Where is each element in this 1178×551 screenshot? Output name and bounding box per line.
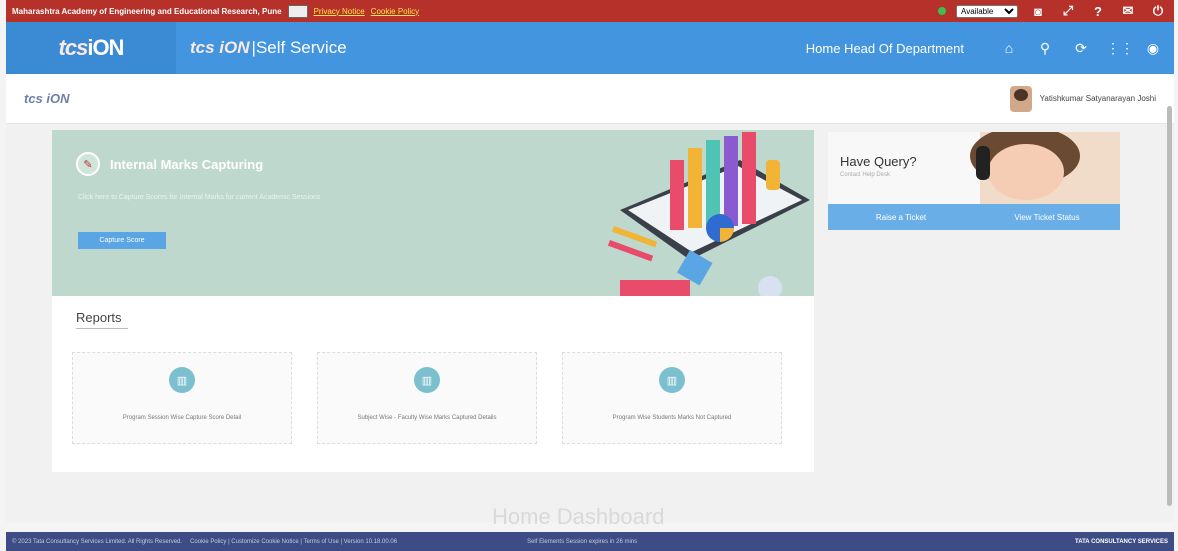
profile-switch-icon[interactable] [287, 4, 308, 18]
marks-icon: ✎ [76, 152, 100, 176]
privacy-notice-link[interactable]: Privacy Notice [314, 7, 365, 16]
page: Maharashtra Academy of Engineering and E… [0, 0, 1178, 551]
top-strip-right: Available ◙ ⤢ ? ✉ ⏻ [938, 3, 1168, 19]
user-circle-icon[interactable]: ◉ [1142, 40, 1164, 57]
analytics-illustration [607, 132, 810, 296]
report-chart-icon: ▥ [414, 367, 440, 393]
report-chart-icon: ▥ [659, 367, 685, 393]
report-card[interactable]: ▥ Program Session Wise Capture Score Det… [72, 352, 292, 444]
cookie-policy-link[interactable]: Cookie Policy [371, 7, 419, 16]
refresh-icon[interactable]: ⟳ [1070, 40, 1092, 57]
query-title: Have Query? [840, 154, 917, 169]
capture-score-button[interactable]: Capture Score [78, 232, 166, 249]
top-strip: Maharashtra Academy of Engineering and E… [6, 0, 1174, 22]
app-header: tcs iON tcs iON | Self Service Home Head… [6, 22, 1174, 74]
ghost-dashboard-text: Home Dashboard [492, 504, 665, 529]
scrollbar[interactable] [1167, 106, 1172, 506]
banner-title: Internal Marks Capturing [110, 156, 264, 172]
divider [76, 328, 128, 329]
report-chart-icon: ▥ [169, 367, 195, 393]
notifications-icon[interactable]: ✉ [1118, 3, 1138, 19]
institute-name: Maharashtra Academy of Engineering and E… [12, 6, 282, 16]
view-ticket-status-button[interactable]: View Ticket Status [974, 204, 1120, 230]
expand-icon[interactable]: ⤢ [1058, 3, 1078, 19]
status-select[interactable]: Available [956, 4, 1018, 18]
home-icon[interactable]: ⌂ [998, 40, 1020, 57]
report-card[interactable]: ▥ Subject Wise - Faculty Wise Marks Capt… [317, 352, 537, 444]
home-title: Home Head Of Department [805, 40, 964, 56]
main-content: ✎ Internal Marks Capturing Click here to… [6, 124, 1174, 522]
sub-header: tcs iON Yatishkumar Satyanarayan Joshi [6, 74, 1174, 124]
session-timer: Self Elements Session expires in 26 mins [527, 538, 638, 545]
self-service-title: tcs iON | Self Service [190, 38, 347, 57]
header-icons: ⌂ ⚲ ⟳ ⋮⋮ ◉ [998, 40, 1164, 57]
reports-section: Reports ▥ Program Session Wise Capture S… [52, 296, 814, 472]
report-cards: ▥ Program Session Wise Capture Score Det… [72, 352, 782, 444]
reports-heading: Reports [76, 310, 122, 325]
headset-icon [976, 146, 990, 180]
report-card[interactable]: ▥ Program Wise Students Marks Not Captur… [562, 352, 782, 444]
footer: © 2023 Tata Consultancy Services Limited… [6, 532, 1174, 551]
help-icon[interactable]: ? [1088, 3, 1108, 19]
sub-logo: tcs iON [24, 91, 70, 106]
support-agent-face [988, 144, 1064, 200]
apps-icon[interactable]: ⋮⋮ [1106, 40, 1134, 57]
camera-icon[interactable]: ◙ [1028, 3, 1048, 19]
marks-banner: ✎ Internal Marks Capturing Click here to… [52, 130, 814, 296]
banner-title-row: ✎ Internal Marks Capturing [76, 152, 263, 176]
brand-logo[interactable]: tcs iON [6, 22, 176, 74]
copyright: © 2023 Tata Consultancy Services Limited… [12, 538, 183, 545]
query-buttons: Raise a Ticket View Ticket Status [828, 204, 1120, 230]
company-logo: TATA CONSULTANCY SERVICES [1074, 538, 1168, 545]
search-icon[interactable]: ⚲ [1034, 40, 1056, 57]
query-panel: Have Query? Contact Help Desk Raise a Ti… [828, 132, 1120, 230]
banner-description: Click here to Capture Scores for Interna… [78, 194, 321, 201]
query-subtitle: Contact Help Desk [840, 172, 891, 178]
report-label: Program Wise Students Marks Not Captured [612, 415, 732, 421]
raise-ticket-button[interactable]: Raise a Ticket [828, 204, 974, 230]
avatar [1009, 85, 1032, 112]
report-label: Subject Wise - Faculty Wise Marks Captur… [357, 415, 497, 421]
user-name: Yatishkumar Satyanarayan Joshi [1039, 94, 1156, 103]
report-label: Program Session Wise Capture Score Detai… [122, 415, 242, 421]
footer-links[interactable]: Cookie Policy | Customize Cookie Notice … [190, 539, 397, 545]
user-info[interactable]: Yatishkumar Satyanarayan Joshi [1009, 85, 1156, 112]
power-icon[interactable]: ⏻ [1148, 3, 1168, 19]
status-dot-icon [938, 7, 946, 15]
